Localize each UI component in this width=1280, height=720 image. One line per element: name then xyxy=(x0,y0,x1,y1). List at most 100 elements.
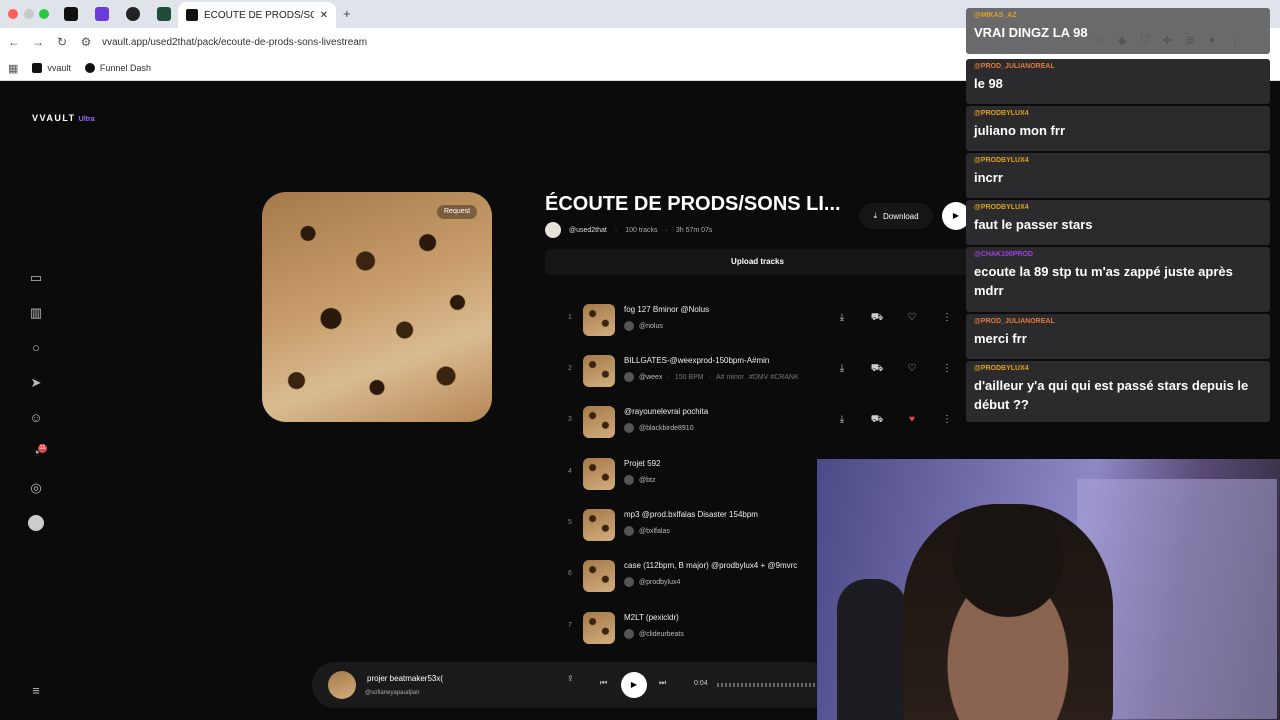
chat-author: @PRODBYLUX4 xyxy=(974,110,1029,117)
send-icon[interactable]: ➤ xyxy=(28,375,44,391)
upload-tracks-button[interactable]: Upload tracks xyxy=(545,249,970,275)
track-number: 7 xyxy=(568,622,572,629)
track-artwork[interactable] xyxy=(583,509,615,541)
track-row[interactable]: 2 BILLGATES-@weexprod-150bpm-A#min @weex… xyxy=(560,351,960,391)
more-icon[interactable]: ⋮ xyxy=(1230,34,1241,47)
pinned-tab-2[interactable] xyxy=(95,7,109,21)
pinned-tab-1[interactable] xyxy=(64,7,78,21)
track-artwork[interactable] xyxy=(583,304,615,336)
site-info-icon[interactable]: ⚙ xyxy=(74,35,98,49)
track-title[interactable]: BILLGATES-@weexprod-150bpm-A#min xyxy=(624,356,769,365)
next-icon[interactable]: ⏭ xyxy=(659,678,666,688)
target-icon[interactable]: ◎ xyxy=(28,480,44,496)
player-artwork[interactable] xyxy=(328,671,356,699)
share-icon[interactable]: ⇪ xyxy=(567,674,574,683)
track-meta: @blackbirde8910 xyxy=(624,423,694,433)
play-button[interactable]: ▶ xyxy=(621,672,647,698)
track-uploader[interactable]: @prodbylux4 xyxy=(639,579,680,586)
track-artwork[interactable] xyxy=(583,560,615,592)
close-tab-icon[interactable]: ✕ xyxy=(320,10,328,21)
apps-grid-icon[interactable]: ▦ xyxy=(8,62,18,75)
bookmark-star-icon[interactable]: ☆ xyxy=(1094,34,1104,47)
chat-message: @PROD_JULIANOREAL merci frr xyxy=(966,314,1270,359)
track-title[interactable]: mp3 @prod.bxlfalas Disaster 154bpm xyxy=(624,510,758,519)
separator-dot: · xyxy=(665,226,668,234)
brand-logo[interactable]: VVAULT Ultra xyxy=(32,113,95,123)
cart-icon[interactable]: ⛟ xyxy=(870,363,884,376)
shield-icon[interactable]: ⛉ xyxy=(1140,34,1148,47)
more-icon[interactable]: ⋮ xyxy=(940,363,954,374)
stream-chat: @MIKAS_AZ VRAI DINGZ LA 98 @PROD_JULIANOR… xyxy=(966,0,1270,425)
download-icon[interactable]: ⤓ xyxy=(835,363,849,374)
media-icon[interactable]: ≣ xyxy=(1186,34,1195,47)
track-artwork[interactable] xyxy=(583,355,615,387)
new-tab-button[interactable]: + xyxy=(343,6,351,21)
puzzle-icon[interactable]: ✚ xyxy=(1163,34,1172,47)
cart-icon[interactable]: ⛟ xyxy=(870,414,884,427)
profile-icon[interactable]: ● xyxy=(1209,34,1216,47)
forward-icon[interactable]: → xyxy=(26,35,50,49)
close-window-icon[interactable] xyxy=(8,9,18,19)
owner-avatar[interactable] xyxy=(545,222,561,238)
page-title: ÉCOUTE DE PRODS/SONS LI... xyxy=(545,193,841,215)
avatar[interactable] xyxy=(28,515,44,531)
track-title[interactable]: M2LT (pexicldr) xyxy=(624,613,679,622)
track-uploader[interactable]: @bxlfalas xyxy=(639,528,670,535)
more-icon[interactable]: ⋮ xyxy=(940,414,954,425)
menu-icon[interactable]: ≡ xyxy=(28,683,44,699)
owner-handle[interactable]: @used2that xyxy=(569,227,607,234)
pinned-tab-4[interactable] xyxy=(157,7,171,21)
microphone xyxy=(837,579,907,720)
brand-tier: Ultra xyxy=(78,116,95,123)
track-artwork[interactable] xyxy=(583,612,615,644)
track-title[interactable]: @rayounelevrai pochita xyxy=(624,407,708,416)
analytics-icon[interactable]: ▥ xyxy=(28,305,44,321)
track-uploader[interactable]: @nolus xyxy=(639,323,663,330)
track-number: 2 xyxy=(568,365,572,372)
contacts-icon[interactable]: ☺ xyxy=(28,410,44,426)
download-icon[interactable]: ⤓ xyxy=(835,312,849,323)
download-icon[interactable]: ⤓ xyxy=(835,414,849,425)
track-uploader[interactable]: @weex xyxy=(639,374,662,381)
track-title[interactable]: Projet 592 xyxy=(624,459,660,468)
cart-icon[interactable]: ⛟ xyxy=(870,312,884,325)
minimize-window-icon[interactable] xyxy=(24,9,34,19)
reload-icon[interactable]: ↻ xyxy=(50,35,74,49)
track-number: 6 xyxy=(568,570,572,577)
chat-message: @PRODBYLUX4 incrr xyxy=(966,153,1270,198)
track-title[interactable]: fog 127 Bminor @Nolus xyxy=(624,305,709,314)
track-uploader[interactable]: @blackbirde8910 xyxy=(639,425,694,432)
download-button[interactable]: ⤓ Download xyxy=(859,203,933,229)
funnel-dash-bookmark-icon xyxy=(84,63,95,73)
streamer xyxy=(903,504,1113,720)
bookmark-funnel-dash[interactable]: Funnel Dash xyxy=(84,63,151,73)
heart-icon[interactable]: ♡ xyxy=(905,312,919,323)
maximize-window-icon[interactable] xyxy=(39,9,49,19)
track-title[interactable]: case (112bpm, B major) @prodbylux4 + @9m… xyxy=(624,561,797,570)
waveform-scrubber[interactable] xyxy=(717,683,817,687)
track-uploader[interactable]: @clideurbeats xyxy=(639,631,684,638)
track-artwork[interactable] xyxy=(583,458,615,490)
pinned-tab-3[interactable] xyxy=(126,7,140,21)
url-field[interactable]: vvault.app/used2that/pack/ecoute-de-prod… xyxy=(102,37,367,48)
track-uploader[interactable]: @btz xyxy=(639,477,655,484)
browser-toolbar-icons: ☆ ◆ ⛉ ✚ ≣ ● ⋮ xyxy=(1094,34,1241,47)
track-row[interactable]: 3 @rayounelevrai pochita @blackbirde8910… xyxy=(560,402,960,442)
bookmark-label: vvault xyxy=(47,63,71,73)
chat-author: @PRODBYLUX4 xyxy=(974,157,1029,164)
previous-icon[interactable]: ⏮ xyxy=(600,678,607,688)
track-row[interactable]: 1 fog 127 Bminor @Nolus @nolus ⤓ ⛟ ♡ ⋮ xyxy=(560,300,960,340)
more-icon[interactable]: ⋮ xyxy=(940,312,954,323)
search-icon[interactable]: ○ xyxy=(28,340,44,356)
back-icon[interactable]: ← xyxy=(2,35,26,49)
track-artwork[interactable] xyxy=(583,406,615,438)
player-title[interactable]: projer beatmaker53x( xyxy=(367,674,443,683)
player-artist[interactable]: @sofianeyapaudjian xyxy=(365,690,419,696)
heart-icon[interactable]: ♡ xyxy=(905,363,919,374)
bookmark-vvault[interactable]: vvault xyxy=(32,63,71,73)
heart-icon[interactable]: ♥ xyxy=(905,414,919,425)
extension-icon[interactable]: ◆ xyxy=(1118,34,1126,47)
request-button[interactable]: Request xyxy=(437,205,478,219)
folder-icon[interactable]: ▭ xyxy=(28,270,44,286)
active-tab[interactable]: ÉCOUTE DE PRODS/SONS LI ✕ xyxy=(178,2,336,28)
